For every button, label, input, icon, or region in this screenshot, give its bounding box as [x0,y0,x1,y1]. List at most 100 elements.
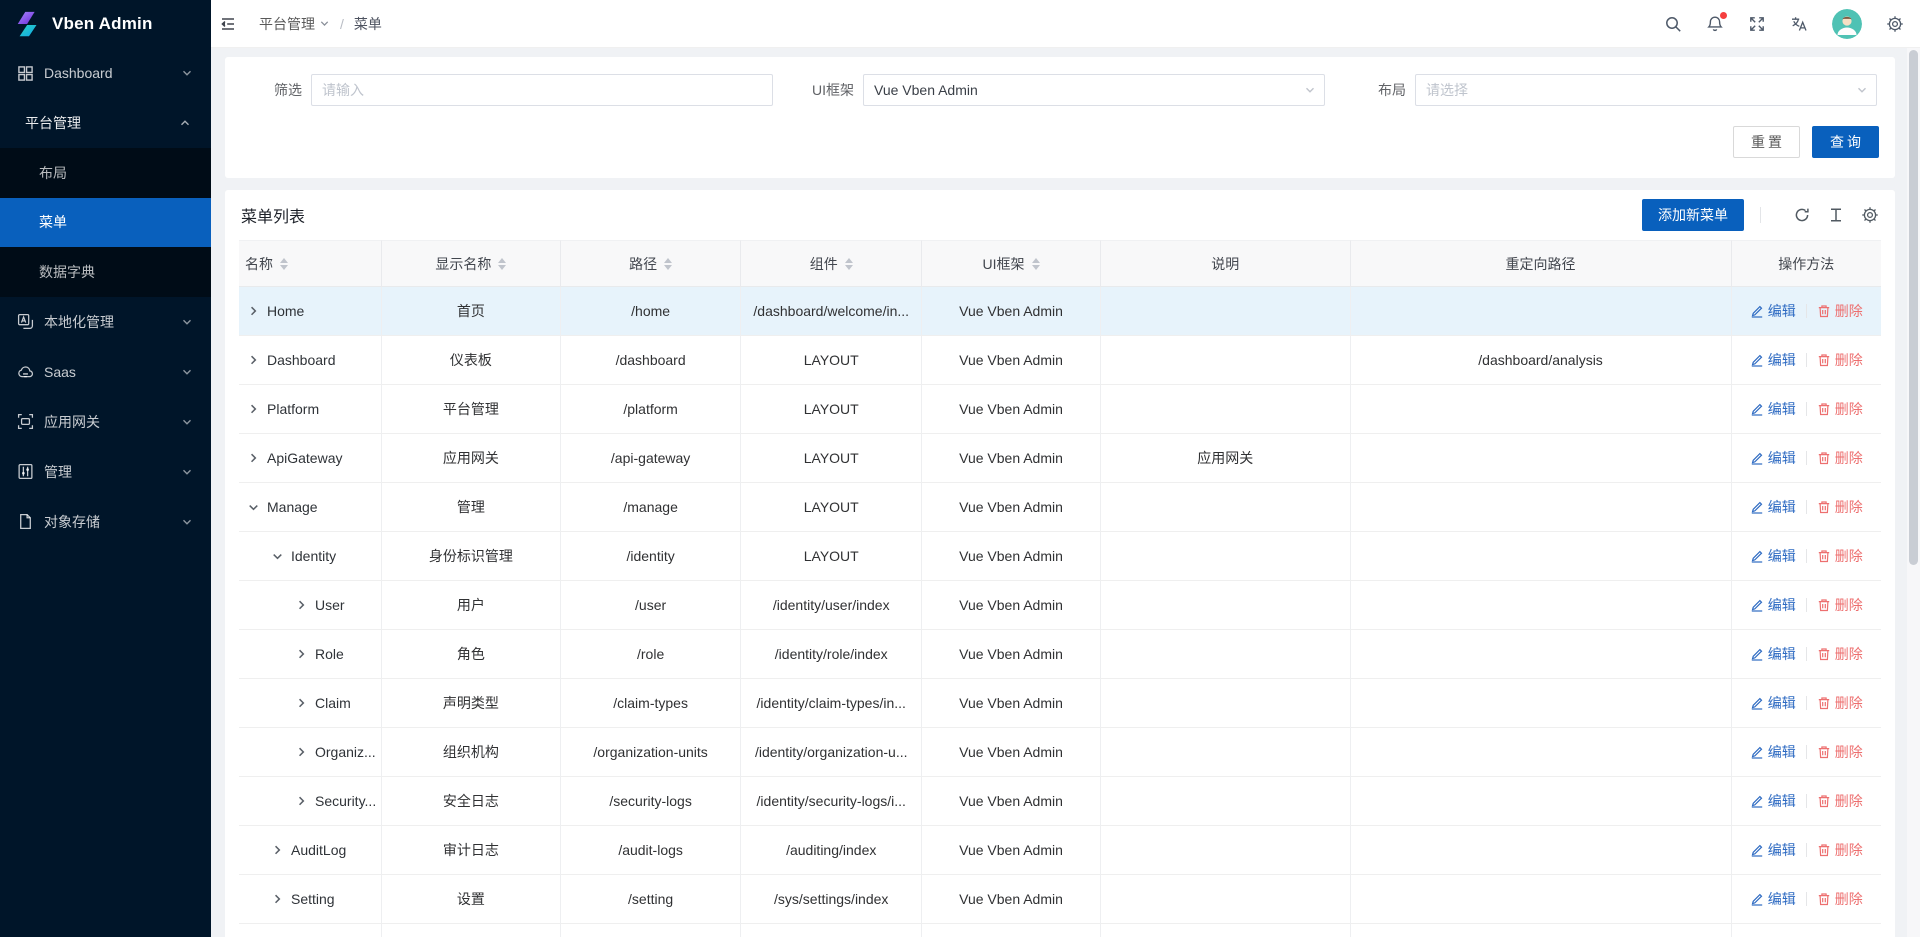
edit-button[interactable]: 编辑 [1750,497,1796,517]
breadcrumb-section[interactable]: 平台管理 [259,14,330,34]
edit-button[interactable]: 编辑 [1750,742,1796,762]
sidebar-collapse-button[interactable] [211,0,245,48]
search-button[interactable] [1664,15,1682,33]
edit-button[interactable]: 编辑 [1750,644,1796,664]
column-header-path[interactable]: 路径 [561,240,742,287]
sidebar-item-manage[interactable]: 管理 [0,447,211,497]
scrollbar-thumb[interactable] [1909,50,1918,565]
table-row[interactable]: Security...安全日志/security-logs/identity/s… [239,777,1881,826]
edit-button[interactable]: 编辑 [1750,301,1796,321]
edit-icon [1750,500,1764,514]
collapse-row-icon[interactable] [247,501,260,514]
expand-row-icon[interactable] [247,403,260,416]
sidebar-item-saas[interactable]: Saas [0,347,211,397]
table-row[interactable]: Dashboard仪表板/dashboardLAYOUTVue Vben Adm… [239,336,1881,385]
delete-button[interactable]: 删除 [1817,301,1863,321]
expand-row-icon[interactable] [271,844,284,857]
sidebar-item-platform-group[interactable]: 平台管理 [0,98,211,148]
sidebar-item-layout[interactable]: 布局 [0,148,211,198]
avatar[interactable] [1832,9,1862,39]
translate-button[interactable] [1790,15,1808,33]
expand-row-icon[interactable] [295,697,308,710]
sort-caret-icon[interactable] [280,258,288,270]
table-row[interactable]: Manage管理/manageLAYOUTVue Vben Admin编辑删除 [239,483,1881,532]
delete-button[interactable]: 删除 [1817,889,1863,909]
expand-row-icon[interactable] [247,452,260,465]
sidebar-item-localization[interactable]: 本地化管理 [0,297,211,347]
notification-button[interactable] [1706,15,1724,33]
delete-button[interactable]: 删除 [1817,497,1863,517]
delete-button[interactable]: 删除 [1817,840,1863,860]
edit-button[interactable]: 编辑 [1750,448,1796,468]
edit-button[interactable]: 编辑 [1750,399,1796,419]
sidebar-item-object-storage[interactable]: 对象存储 [0,497,211,547]
collapse-row-icon[interactable] [271,550,284,563]
layout-select[interactable]: 请选择 [1415,74,1877,106]
delete-button[interactable]: 删除 [1817,546,1863,566]
expand-row-icon[interactable] [295,648,308,661]
edit-button[interactable]: 编辑 [1750,791,1796,811]
ui-framework-select[interactable]: Vue Vben Admin [863,74,1325,106]
expand-row-icon[interactable] [295,599,308,612]
table-row[interactable]: Role角色/role/identity/role/indexVue Vben … [239,630,1881,679]
gear-icon [1886,15,1904,33]
expand-row-icon[interactable] [247,354,260,367]
cell-empty [922,924,1101,937]
sidebar-item-dashboard[interactable]: Dashboard [0,48,211,98]
cell-redirect [1351,777,1732,826]
sidebar-item-menu[interactable]: 菜单 [0,198,211,248]
table-row[interactable]: User用户/user/identity/user/indexVue Vben … [239,581,1881,630]
edit-button[interactable]: 编辑 [1750,350,1796,370]
table-settings-button[interactable] [1861,206,1879,224]
table-row[interactable]: ApiGateway应用网关/api-gatewayLAYOUTVue Vben… [239,434,1881,483]
search-submit-button[interactable]: 查询 [1812,126,1879,158]
sidebar-item-data-dictionary[interactable]: 数据字典 [0,247,211,297]
reset-button[interactable]: 重置 [1733,126,1800,158]
edit-button[interactable]: 编辑 [1750,595,1796,615]
table-row[interactable]: Identity身份标识管理/identityLAYOUTVue Vben Ad… [239,532,1881,581]
keyword-input[interactable] [311,74,773,106]
table-row[interactable]: Claim声明类型/claim-types/identity/claim-typ… [239,679,1881,728]
table-row[interactable]: Platform平台管理/platformLAYOUTVue Vben Admi… [239,385,1881,434]
edit-button[interactable]: 编辑 [1750,889,1796,909]
row-height-button[interactable] [1827,206,1845,224]
delete-button[interactable]: 删除 [1817,350,1863,370]
table-row[interactable] [239,924,1881,937]
sidebar-item-app-gateway[interactable]: 应用网关 [0,397,211,447]
settings-button[interactable] [1886,15,1904,33]
edit-button[interactable]: 编辑 [1750,840,1796,860]
expand-row-icon[interactable] [271,893,284,906]
delete-button[interactable]: 删除 [1817,742,1863,762]
sort-caret-icon[interactable] [498,258,506,270]
delete-button[interactable]: 删除 [1817,644,1863,664]
expand-row-icon[interactable] [247,305,260,318]
table-row[interactable]: AuditLog审计日志/audit-logs/auditing/indexVu… [239,826,1881,875]
cell-redirect [1351,483,1732,532]
delete-button[interactable]: 删除 [1817,399,1863,419]
edit-button[interactable]: 编辑 [1750,693,1796,713]
expand-row-icon[interactable] [295,746,308,759]
add-menu-button[interactable]: 添加新菜单 [1642,199,1744,231]
column-header-name[interactable]: 名称 [239,240,382,287]
refresh-button[interactable] [1793,206,1811,224]
chevron-down-icon [181,316,193,328]
column-header-component[interactable]: 组件 [741,240,922,287]
sort-caret-icon[interactable] [664,258,672,270]
column-header-framework[interactable]: UI框架 [922,240,1101,287]
delete-button[interactable]: 删除 [1817,595,1863,615]
delete-button[interactable]: 删除 [1817,693,1863,713]
table-row[interactable]: Setting设置/setting/sys/settings/indexVue … [239,875,1881,924]
edit-button[interactable]: 编辑 [1750,546,1796,566]
page-scrollbar[interactable] [1907,48,1920,937]
fullscreen-button[interactable] [1748,15,1766,33]
sort-caret-icon[interactable] [845,258,853,270]
table-row[interactable]: Home首页/home/dashboard/welcome/in...Vue V… [239,287,1881,336]
column-header-display[interactable]: 显示名称 [382,240,561,287]
delete-button[interactable]: 删除 [1817,791,1863,811]
expand-row-icon[interactable] [295,795,308,808]
app-logo[interactable]: Vben Admin [0,0,211,48]
sort-caret-icon[interactable] [1032,258,1040,270]
column-label: 说明 [1211,254,1239,274]
table-row[interactable]: Organiz...组织机构/organization-units/identi… [239,728,1881,777]
delete-button[interactable]: 删除 [1817,448,1863,468]
